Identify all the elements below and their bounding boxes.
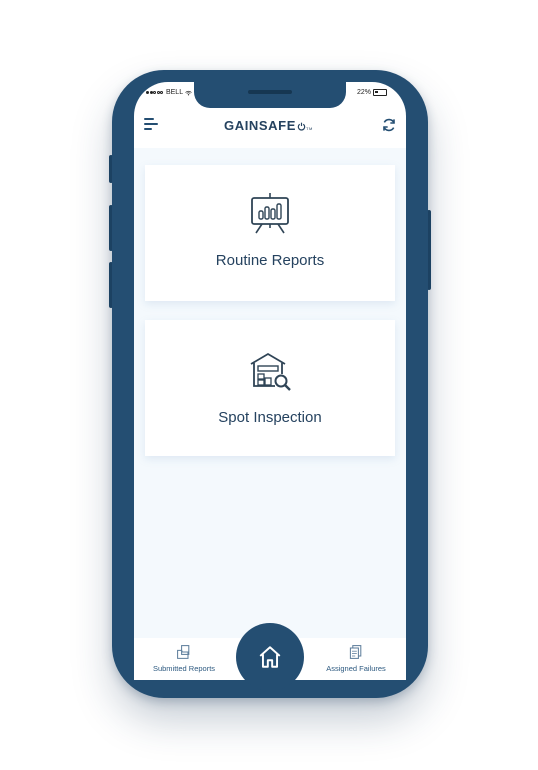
nav-assigned-failures[interactable]: Assigned Failures	[318, 644, 394, 673]
presentation-chart-icon	[251, 193, 289, 234]
wifi-icon	[185, 90, 192, 95]
signal-dots-icon	[146, 89, 164, 96]
spot-inspection-label: Spot Inspection	[218, 409, 322, 426]
logo-text: GAINSAFE	[224, 118, 296, 133]
home-icon	[259, 646, 281, 668]
logo-trademark: TM	[305, 126, 313, 131]
app-logo: GAINSAFE TM	[224, 118, 313, 133]
power-icon	[297, 122, 306, 131]
refresh-icon[interactable]	[381, 117, 397, 133]
nav-assigned-label: Assigned Failures	[326, 664, 386, 673]
battery-percent: 22%	[357, 89, 372, 96]
folder-document-icon	[177, 645, 190, 659]
hamburger-menu-icon[interactable]	[144, 118, 158, 130]
nav-submitted-label: Submitted Reports	[152, 664, 216, 673]
status-bar-left: BELL	[146, 89, 192, 96]
mockup-stage: BELL 22% GAINSAFE TM Routine Reports Spo…	[0, 0, 538, 770]
routine-reports-label: Routine Reports	[215, 252, 325, 269]
speaker-grille	[248, 90, 292, 94]
warehouse-search-icon	[250, 352, 291, 391]
phone-notch	[194, 82, 346, 108]
status-bar-right: 22%	[357, 89, 388, 96]
routine-reports-card[interactable]: Routine Reports	[145, 165, 395, 301]
spot-inspection-card[interactable]: Spot Inspection	[145, 320, 395, 456]
home-button[interactable]	[236, 623, 304, 691]
battery-icon	[373, 89, 388, 96]
nav-submitted-reports[interactable]: Submitted Reports	[146, 644, 222, 673]
carrier-name: BELL	[165, 89, 184, 96]
documents-icon	[349, 645, 362, 659]
